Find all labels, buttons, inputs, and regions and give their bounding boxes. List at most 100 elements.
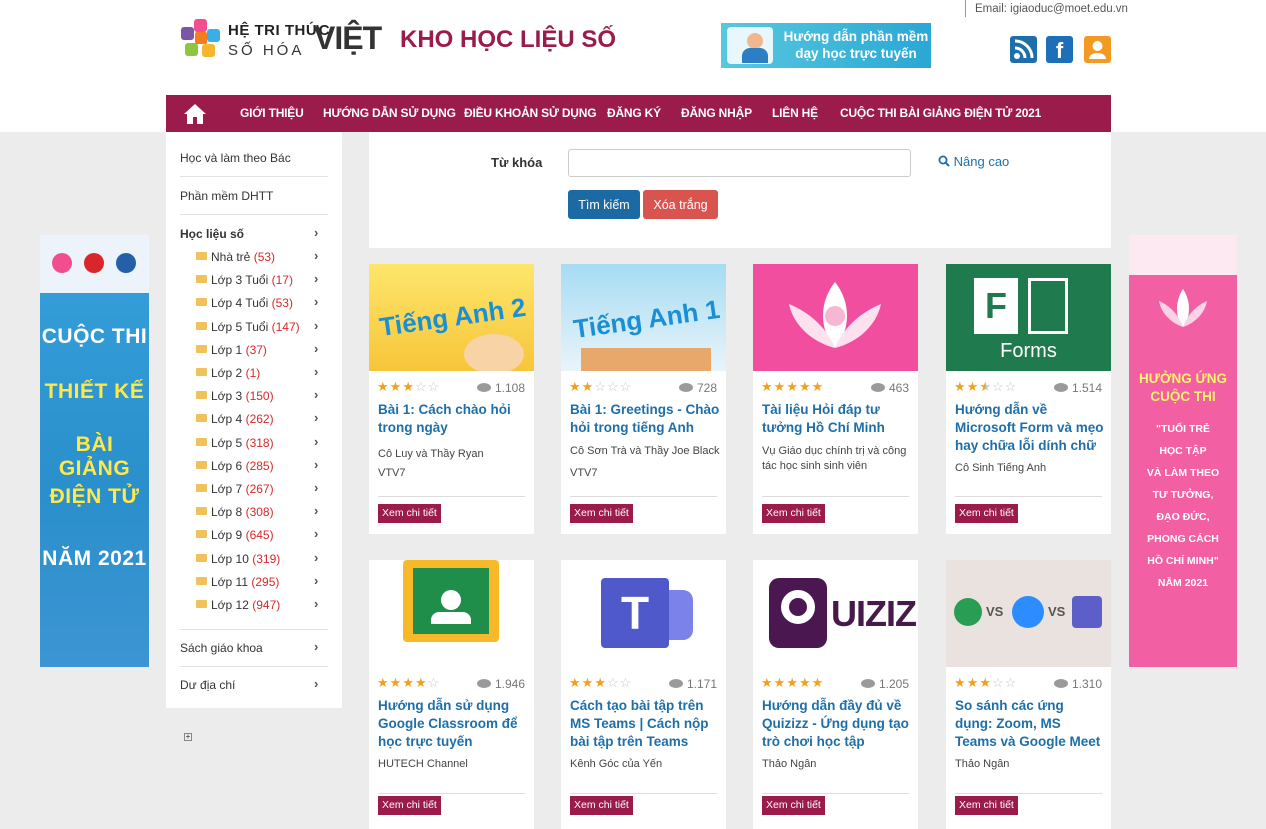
view-count-value: 1.310: [1071, 677, 1102, 691]
subitem-label: Lớp 8: [211, 505, 243, 519]
search-button[interactable]: Tìm kiếm: [568, 190, 640, 219]
sidebar-item-sach-giao-khoa[interactable]: Sách giáo khoa: [180, 641, 330, 655]
card-thumbnail[interactable]: T: [561, 560, 726, 667]
view-detail-button[interactable]: Xem chi tiết: [378, 504, 441, 523]
card-title[interactable]: Cách tạo bài tập trên MS Teams | Cách nộ…: [570, 697, 720, 751]
site-logo[interactable]: HỆ TRI THỨC SỐ HÓA VIỆT: [180, 18, 385, 64]
chevron-right-icon[interactable]: ›: [314, 503, 318, 518]
sidebar-subitem[interactable]: Lớp 12 (947): [196, 598, 280, 612]
nav-dang-ky[interactable]: ĐĂNG KÝ: [607, 95, 661, 132]
chevron-right-icon[interactable]: ›: [314, 550, 318, 565]
sidebar-subitem[interactable]: Lớp 3 (150): [196, 389, 274, 403]
nav-dieu-khoan[interactable]: ĐIỀU KHOẢN SỬ DỤNG: [464, 95, 597, 132]
banner-title: CUỘC THI: [1150, 389, 1216, 404]
eye-icon: [678, 383, 693, 392]
sidebar-subitem[interactable]: Lớp 2 (1): [196, 366, 260, 380]
chevron-right-icon[interactable]: ›: [314, 225, 318, 240]
sidebar-subitem[interactable]: Lớp 1 (37): [196, 343, 267, 357]
card-thumbnail[interactable]: UIZIZ: [753, 560, 918, 667]
card-thumbnail[interactable]: VS VS: [946, 560, 1111, 667]
nav-huong-dan[interactable]: HƯỚNG DẪN SỬ DỤNG: [323, 95, 456, 132]
chevron-right-icon[interactable]: ›: [314, 676, 318, 691]
chevron-right-icon[interactable]: ›: [314, 364, 318, 379]
chevron-right-icon[interactable]: ›: [314, 526, 318, 541]
divider: [955, 793, 1102, 794]
chevron-right-icon[interactable]: ›: [314, 294, 318, 309]
card-title[interactable]: Bài 1: Cách chào hỏi trong ngày: [378, 401, 528, 437]
nav-gioi-thieu[interactable]: GIỚI THIỆU: [240, 95, 304, 132]
sidebar-item-phan-mem-dhtt[interactable]: Phần mềm DHTT: [180, 189, 330, 203]
card-thumbnail[interactable]: F Forms: [946, 264, 1111, 371]
chevron-right-icon[interactable]: ›: [314, 457, 318, 472]
nav-cuoc-thi[interactable]: CUỘC THI BÀI GIẢNG ĐIỆN TỬ 2021: [840, 95, 1041, 132]
chevron-right-icon[interactable]: ›: [314, 639, 318, 654]
card-thumbnail[interactable]: Tiếng Anh 1: [561, 264, 726, 371]
view-detail-button[interactable]: Xem chi tiết: [762, 504, 825, 523]
chevron-right-icon[interactable]: ›: [314, 341, 318, 356]
card-title[interactable]: Hướng dẫn sử dụng Google Classroom để họ…: [378, 697, 528, 751]
clear-button[interactable]: Xóa trắng: [643, 190, 718, 219]
user-icon[interactable]: [1084, 36, 1111, 63]
star-empty-icon: ☆: [414, 379, 428, 394]
card-thumbnail[interactable]: Tiếng Anh 2: [369, 264, 534, 371]
chevron-right-icon[interactable]: ›: [314, 387, 318, 402]
sidebar-subitem[interactable]: Nhà trẻ (53): [196, 250, 275, 264]
card-title[interactable]: Hướng dẫn về Microsoft Form và mẹo hay c…: [955, 401, 1105, 455]
chevron-right-icon[interactable]: ›: [314, 480, 318, 495]
nav-dang-nhap[interactable]: ĐĂNG NHẬP: [681, 95, 752, 132]
sidebar-subitem[interactable]: Lớp 5 Tuổi (147): [196, 320, 300, 334]
sidebar-subitem[interactable]: Lớp 4 (262): [196, 412, 274, 426]
thumbnail-label: Tiếng Anh 1: [571, 293, 722, 345]
view-detail-button[interactable]: Xem chi tiết: [762, 796, 825, 815]
card-thumbnail[interactable]: [753, 264, 918, 371]
card-title[interactable]: Tài liệu Hỏi đáp tư tưởng Hồ Chí Minh: [762, 401, 912, 437]
expand-plus-icon[interactable]: +: [184, 733, 192, 741]
sidebar-subitem[interactable]: Lớp 6 (285): [196, 459, 274, 473]
facebook-icon[interactable]: f: [1046, 36, 1073, 63]
view-count: 1.171: [668, 677, 717, 691]
sidebar-subitem[interactable]: Lớp 3 Tuổi (17): [196, 273, 293, 287]
subitem-count: (308): [245, 505, 274, 519]
card-thumbnail[interactable]: [369, 560, 534, 667]
chevron-right-icon[interactable]: ›: [314, 271, 318, 286]
sidebar-subitem[interactable]: Lớp 9 (645): [196, 528, 274, 542]
chevron-right-icon[interactable]: ›: [314, 410, 318, 425]
folder-icon: [196, 414, 207, 422]
card-author: HUTECH Channel: [378, 758, 468, 770]
keyword-input[interactable]: [568, 149, 911, 177]
sidebar-item-hoc-lieu-so[interactable]: Học liệu số: [180, 227, 330, 241]
sidebar-subitem[interactable]: Lớp 4 Tuổi (53): [196, 296, 293, 310]
rss-icon[interactable]: [1010, 36, 1037, 63]
card-title[interactable]: So sánh các ứng dụng: Zoom, MS Teams và …: [955, 697, 1105, 751]
home-icon[interactable]: [183, 103, 207, 125]
email-contact[interactable]: Email: igiaoduc@moet.edu.vn: [965, 0, 1128, 17]
card-title[interactable]: Hướng dẫn đầy đủ về Quizizz - Ứng dụng t…: [762, 697, 912, 751]
view-count: 1.514: [1053, 381, 1102, 395]
sidebar-subitem[interactable]: Lớp 11 (295): [196, 575, 279, 589]
chevron-right-icon[interactable]: ›: [314, 596, 318, 611]
guide-banner[interactable]: Hướng dẫn phần mềm dạy học trực tuyến: [721, 23, 931, 68]
sidebar-subitem[interactable]: Lớp 7 (267): [196, 482, 274, 496]
view-detail-button[interactable]: Xem chi tiết: [955, 504, 1018, 523]
view-detail-button[interactable]: Xem chi tiết: [570, 504, 633, 523]
sidebar-subitem[interactable]: Lớp 10 (319): [196, 552, 280, 566]
advanced-search-link[interactable]: Nâng cao: [938, 154, 1009, 169]
sidebar-item-du-dia-chi[interactable]: Dư địa chí: [180, 678, 330, 692]
view-count: 1.108: [476, 381, 525, 395]
sidebar-item-hoc-va-lam-theo-bac[interactable]: Học và làm theo Bác: [180, 151, 330, 165]
sidebar-subitem[interactable]: Lớp 5 (318): [196, 436, 274, 450]
card-title[interactable]: Bài 1: Greetings - Chào hỏi trong tiếng …: [570, 401, 720, 437]
contest-banner-left[interactable]: CUỘC THI THIẾT KẾ BÀI GIẢNG ĐIỆN TỬ NĂM …: [40, 235, 149, 667]
chevron-right-icon[interactable]: ›: [314, 248, 318, 263]
chevron-right-icon[interactable]: ›: [314, 434, 318, 449]
nav-lien-he[interactable]: LIÊN HỆ: [772, 95, 818, 132]
view-detail-button[interactable]: Xem chi tiết: [955, 796, 1018, 815]
sidebar-subitem[interactable]: Lớp 8 (308): [196, 505, 274, 519]
contest-banner-right[interactable]: HƯỞNG ỨNG CUỘC THI "TUỔI TRẺ HỌC TẬP VÀ LÀ…: [1129, 235, 1237, 667]
subitem-count: (262): [245, 412, 274, 426]
view-detail-button[interactable]: Xem chi tiết: [570, 796, 633, 815]
view-count: 1.946: [476, 677, 525, 691]
chevron-right-icon[interactable]: ›: [314, 573, 318, 588]
chevron-right-icon[interactable]: ›: [314, 318, 318, 333]
view-detail-button[interactable]: Xem chi tiết: [378, 796, 441, 815]
